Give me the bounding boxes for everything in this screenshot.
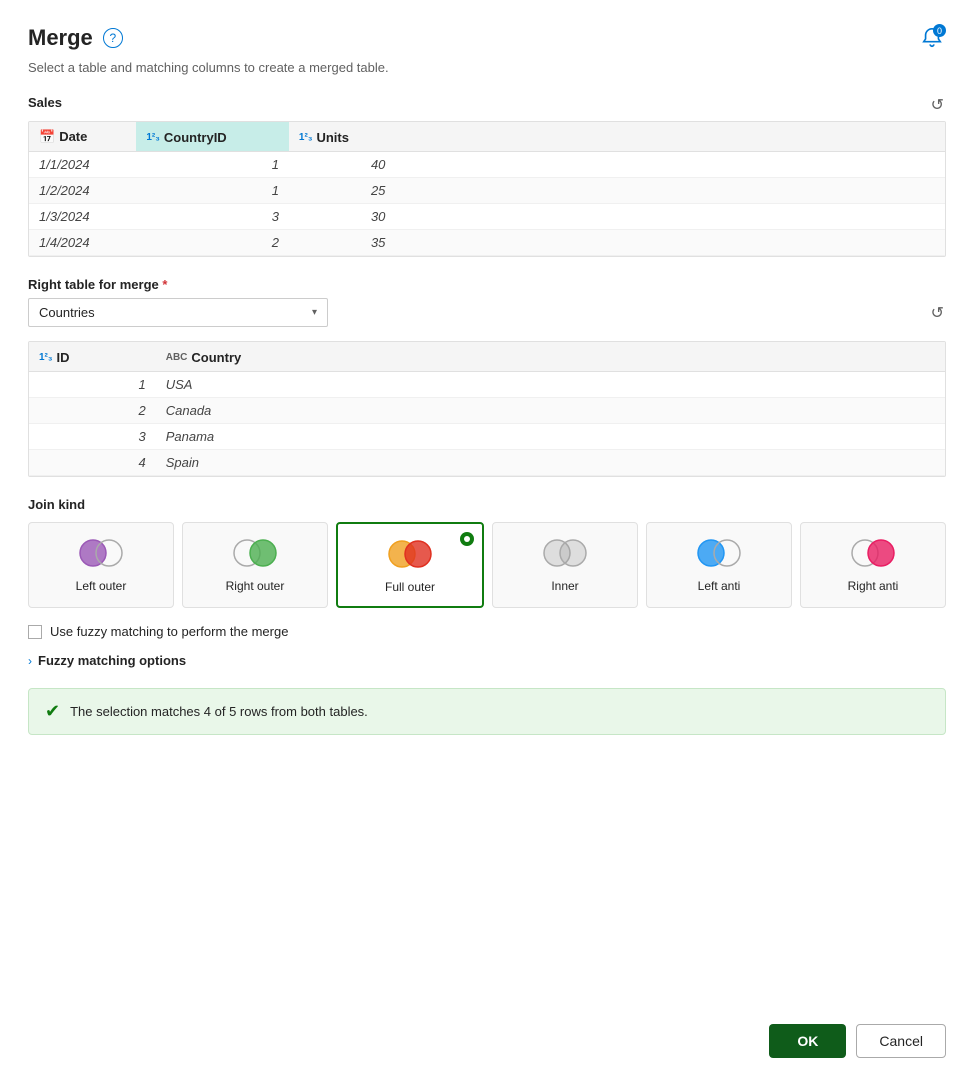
join-card-label: Inner <box>551 579 578 593</box>
notification-icon[interactable]: 0 <box>918 24 946 52</box>
notification-badge: 0 <box>933 24 946 37</box>
venn-diagram <box>385 538 435 570</box>
table-row: 2Canada <box>29 398 945 424</box>
venn-diagram <box>76 537 126 569</box>
fuzzy-options-label: Fuzzy matching options <box>38 653 186 668</box>
sales-countryid-label: CountryID <box>164 130 227 145</box>
sales-units-label: Units <box>316 130 349 145</box>
sales-empty-col <box>395 122 945 152</box>
sales-date-label: Date <box>59 129 87 144</box>
chevron-down-icon: ▾ <box>312 307 317 318</box>
join-card-label: Full outer <box>385 580 435 594</box>
abc-icon: ABC <box>166 352 188 363</box>
table-row: 4Spain <box>29 450 945 476</box>
calendar-icon: 📅 <box>39 129 55 145</box>
selected-indicator <box>460 532 474 546</box>
sales-date-header[interactable]: 📅 Date <box>29 122 136 152</box>
title-area: Merge ? <box>28 25 123 51</box>
table-row: 1/3/2024330 <box>29 204 945 230</box>
header: Merge ? 0 <box>28 24 946 52</box>
table-row: 3Panama <box>29 424 945 450</box>
sales-units-header[interactable]: 1²₃ Units <box>289 122 395 152</box>
sales-countryid-header[interactable]: 1²₃ CountryID <box>136 122 289 152</box>
right-table-selected: Countries <box>39 305 95 320</box>
fuzzy-checkbox-row: Use fuzzy matching to perform the merge <box>28 624 946 639</box>
fuzzy-options-row[interactable]: › Fuzzy matching options <box>28 653 946 668</box>
sales-section-header: Sales ↺ <box>28 93 946 117</box>
join-kind-section: Join kind Left outer Right outer Full oute… <box>28 497 946 608</box>
join-card-label: Left anti <box>698 579 741 593</box>
right-table-refresh-button[interactable]: ↺ <box>929 301 946 325</box>
sales-label: Sales <box>28 95 62 110</box>
status-banner: ✔ The selection matches 4 of 5 rows from… <box>28 688 946 735</box>
venn-diagram <box>848 537 898 569</box>
venn-diagram <box>540 537 590 569</box>
right-table-dropdown[interactable]: Countries ▾ <box>28 298 328 327</box>
join-card-left_anti[interactable]: Left anti <box>646 522 792 608</box>
countries-country-label: Country <box>191 350 241 365</box>
chevron-right-icon: › <box>28 654 32 668</box>
join-card-left_outer[interactable]: Left outer <box>28 522 174 608</box>
countries-empty-col <box>395 342 945 372</box>
fuzzy-label: Use fuzzy matching to perform the merge <box>50 624 288 639</box>
merge-dialog: Merge ? 0 Select a table and matching co… <box>0 0 974 1082</box>
join-card-right_anti[interactable]: Right anti <box>800 522 946 608</box>
join-card-label: Right outer <box>226 579 285 593</box>
fuzzy-checkbox[interactable] <box>28 625 42 639</box>
sales-table: 📅 Date 1²₃ CountryID 1²₃ Units <box>28 121 946 257</box>
countries-table: 1²₃ ID ABC Country 1USA2Canada3Panama4Sp… <box>28 341 946 477</box>
right-table-section: Right table for merge * Countries ▾ ↺ <box>28 277 946 335</box>
status-text: The selection matches 4 of 5 rows from b… <box>70 704 368 719</box>
check-icon: ✔ <box>45 701 60 722</box>
subtitle: Select a table and matching columns to c… <box>28 60 946 75</box>
join-options: Left outer Right outer Full outer Inner Left… <box>28 522 946 608</box>
countries-country-header[interactable]: ABC Country <box>156 342 396 372</box>
countries-id-header[interactable]: 1²₃ ID <box>29 342 156 372</box>
table-row: 1/4/2024235 <box>29 230 945 256</box>
join-card-inner[interactable]: Inner <box>492 522 638 608</box>
join-card-label: Right anti <box>848 579 899 593</box>
cancel-button[interactable]: Cancel <box>856 1024 946 1058</box>
right-table-label: Right table for merge * <box>28 277 946 292</box>
sales-refresh-button[interactable]: ↺ <box>929 93 946 117</box>
123-icon: 1²₃ <box>299 132 313 143</box>
right-table-dropdown-row: Countries ▾ ↺ <box>28 298 946 327</box>
dialog-title: Merge <box>28 25 93 51</box>
ok-button[interactable]: OK <box>769 1024 846 1058</box>
venn-diagram <box>694 537 744 569</box>
123-icon: 1²₃ <box>39 352 53 363</box>
join-card-label: Left outer <box>76 579 127 593</box>
countries-id-label: ID <box>57 350 70 365</box>
help-icon[interactable]: ? <box>103 28 123 48</box>
join-card-right_outer[interactable]: Right outer <box>182 522 328 608</box>
join-card-full_outer[interactable]: Full outer <box>336 522 484 608</box>
required-star: * <box>162 277 167 292</box>
table-row: 1USA <box>29 372 945 398</box>
table-row: 1/2/2024125 <box>29 178 945 204</box>
venn-diagram <box>230 537 280 569</box>
join-kind-label: Join kind <box>28 497 946 512</box>
123-icon: 1²₃ <box>146 132 160 143</box>
table-row: 1/1/2024140 <box>29 152 945 178</box>
footer-buttons: OK Cancel <box>28 1014 946 1058</box>
